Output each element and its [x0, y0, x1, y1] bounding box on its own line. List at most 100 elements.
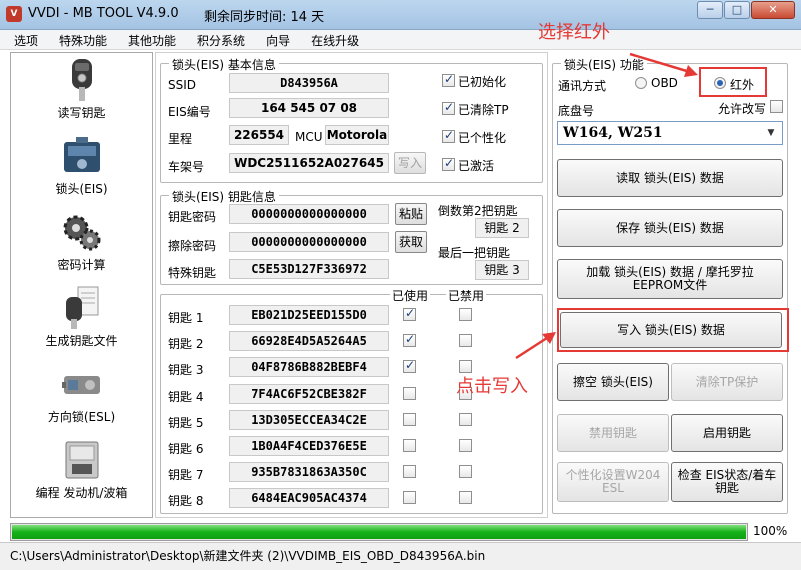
menu-other[interactable]: 其他功能: [114, 30, 183, 49]
annotation-ir-highlight: [699, 67, 767, 97]
title-bar: V VVDI - MB TOOL V4.9.0 剩余同步时间: 14 天 ─ □…: [0, 0, 801, 30]
disabled-column-header: 已禁用: [446, 287, 487, 304]
remaining-sync-time: 剩余同步时间: 14 天: [204, 10, 325, 25]
chassis-select[interactable]: W164, W251 ▼: [557, 121, 783, 145]
minimize-button[interactable]: ─: [697, 1, 723, 19]
menu-special[interactable]: 特殊功能: [45, 30, 114, 49]
key-password-field[interactable]: 0000000000000000: [229, 204, 389, 224]
status-file-path: C:\Users\Administrator\Desktop\新建文件夹 (2)…: [10, 549, 486, 563]
key-used-checkbox[interactable]: [403, 386, 416, 400]
erase-password-field[interactable]: 0000000000000000: [229, 232, 389, 252]
paste-button[interactable]: 粘贴: [395, 203, 427, 225]
progress-fill: [12, 525, 746, 539]
key-password-label: 钥匙密码: [168, 210, 217, 224]
key-row-value[interactable]: 1B0A4F4CED376E5E: [229, 436, 389, 456]
key-row-value[interactable]: 13D305ECCEA34C2E: [229, 409, 389, 430]
key-disabled-checkbox[interactable]: [459, 412, 472, 426]
key-used-checkbox[interactable]: [403, 439, 416, 452]
ssid-field: D843956A: [229, 73, 389, 93]
enable-key-button[interactable]: 启用钥匙: [671, 414, 783, 452]
sidebar-item-eis[interactable]: 锁头(EIS): [11, 133, 152, 197]
used-column-header: 已使用: [390, 287, 431, 304]
progress-percent: 100%: [753, 524, 788, 538]
key-used-checkbox[interactable]: [403, 332, 416, 348]
last-key-field: 钥匙 3: [475, 260, 529, 280]
key-row-label: 钥匙 5: [168, 415, 204, 430]
tp-cleared-checkbox[interactable]: [442, 100, 455, 115]
chassis-label: 底盘号: [558, 104, 595, 118]
write-vin-button[interactable]: 写入: [394, 152, 426, 174]
key-disabled-checkbox[interactable]: [459, 308, 472, 321]
key-row-label: 钥匙 3: [168, 363, 204, 378]
sidebar-item-generate-key-file[interactable]: 生成钥匙文件: [11, 285, 152, 349]
sidebar: 读写钥匙 锁头(EIS) 密码计算 生成钥匙文件 方向锁(ESL) 编程 发动机…: [10, 52, 153, 518]
sidebar-item-password-calc[interactable]: 密码计算: [11, 209, 152, 273]
erase-eis-button[interactable]: 擦空 锁头(EIS): [557, 363, 669, 401]
check-eis-status-button[interactable]: 检查 EIS状态/着车钥匙: [671, 462, 783, 502]
ssid-label: SSID: [168, 78, 197, 92]
key-info-title: 锁头(EIS) 钥匙信息: [169, 188, 279, 205]
annotation-click-write: 点击写入: [456, 376, 528, 397]
sidebar-item-label: 读写钥匙: [57, 106, 106, 120]
menu-upgrade[interactable]: 在线升级: [297, 30, 366, 49]
maximize-button[interactable]: □: [724, 1, 750, 19]
key-row-value[interactable]: 66928E4D5A5264A5: [229, 331, 389, 352]
menu-points[interactable]: 积分系统: [183, 30, 252, 49]
key-disabled-checkbox[interactable]: [459, 439, 472, 452]
read-eis-button[interactable]: 读取 锁头(EIS) 数据: [557, 159, 783, 197]
initialized-checkbox[interactable]: [442, 72, 455, 87]
personalized-checkbox[interactable]: [442, 128, 455, 143]
sidebar-item-label: 密码计算: [57, 258, 106, 272]
ecu-module-icon: [59, 437, 105, 483]
load-eis-button[interactable]: 加载 锁头(EIS) 数据 / 摩托罗拉EEPROM文件: [557, 259, 783, 299]
vin-label: 车架号: [168, 160, 205, 174]
chevron-down-icon: ▼: [767, 128, 775, 138]
app-icon: V: [6, 6, 22, 22]
sidebar-item-program-engine[interactable]: 编程 发动机/波箱: [11, 437, 152, 501]
allow-modify-checkbox[interactable]: [770, 100, 783, 113]
clear-tp-button[interactable]: 清除TP保护: [671, 363, 783, 401]
sidebar-item-label: 生成钥匙文件: [45, 334, 118, 348]
close-button[interactable]: ✕: [751, 1, 795, 19]
key-used-checkbox[interactable]: [403, 491, 416, 505]
annotation-arrow-icon: [629, 52, 698, 77]
second-last-key-field: 钥匙 2: [475, 218, 529, 238]
key-used-checkbox[interactable]: [403, 412, 416, 426]
sidebar-item-read-write-key[interactable]: 读写钥匙: [11, 57, 152, 121]
key-row-value[interactable]: 935B7831863A350C: [229, 462, 389, 483]
annotation-write-highlight: [557, 308, 789, 352]
save-eis-button[interactable]: 保存 锁头(EIS) 数据: [557, 209, 783, 247]
key-disabled-checkbox[interactable]: [459, 334, 472, 348]
status-bar: C:\Users\Administrator\Desktop\新建文件夹 (2)…: [0, 542, 801, 570]
key-row-label: 钥匙 7: [168, 468, 204, 483]
comm-mode-label: 通讯方式: [558, 79, 607, 93]
key-disabled-checkbox[interactable]: [459, 491, 472, 505]
steering-lock-icon: [59, 361, 105, 407]
sidebar-item-label: 编程 发动机/波箱: [35, 486, 128, 500]
menu-wizard[interactable]: 向导: [252, 30, 297, 49]
basic-info-title: 锁头(EIS) 基本信息: [169, 56, 279, 73]
disable-key-button[interactable]: 禁用钥匙: [557, 414, 669, 452]
personalized-label: 已个性化: [458, 131, 507, 145]
sidebar-item-steering-lock[interactable]: 方向锁(ESL): [11, 361, 152, 425]
car-key-icon: [59, 57, 105, 103]
mileage-field: 226554: [229, 125, 289, 145]
initialized-label: 已初始化: [458, 75, 507, 89]
key-used-checkbox[interactable]: [403, 358, 416, 374]
key-used-checkbox[interactable]: [403, 465, 416, 479]
last-key-label: 最后一把钥匙: [438, 246, 511, 260]
tp-cleared-label: 已清除TP: [458, 103, 509, 117]
key-row-value[interactable]: EB021D25EED155D0: [229, 305, 389, 325]
personalize-esl-button[interactable]: 个性化设置W204 ESL: [557, 462, 669, 502]
key-row-label: 钥匙 6: [168, 442, 204, 456]
key-used-checkbox[interactable]: [403, 306, 416, 321]
key-row-value[interactable]: 7F4AC6F52CBE382F: [229, 383, 389, 404]
mcu-label: MCU: [295, 130, 323, 144]
key-row-value[interactable]: 04F8786B882BEBF4: [229, 357, 389, 378]
get-button[interactable]: 获取: [395, 231, 427, 253]
eis-no-label: EIS编号: [168, 105, 211, 119]
key-disabled-checkbox[interactable]: [459, 465, 472, 479]
menu-options[interactable]: 选项: [0, 30, 45, 49]
key-row-value[interactable]: 6484EAC905AC4374: [229, 488, 389, 509]
activated-checkbox[interactable]: [442, 156, 455, 171]
